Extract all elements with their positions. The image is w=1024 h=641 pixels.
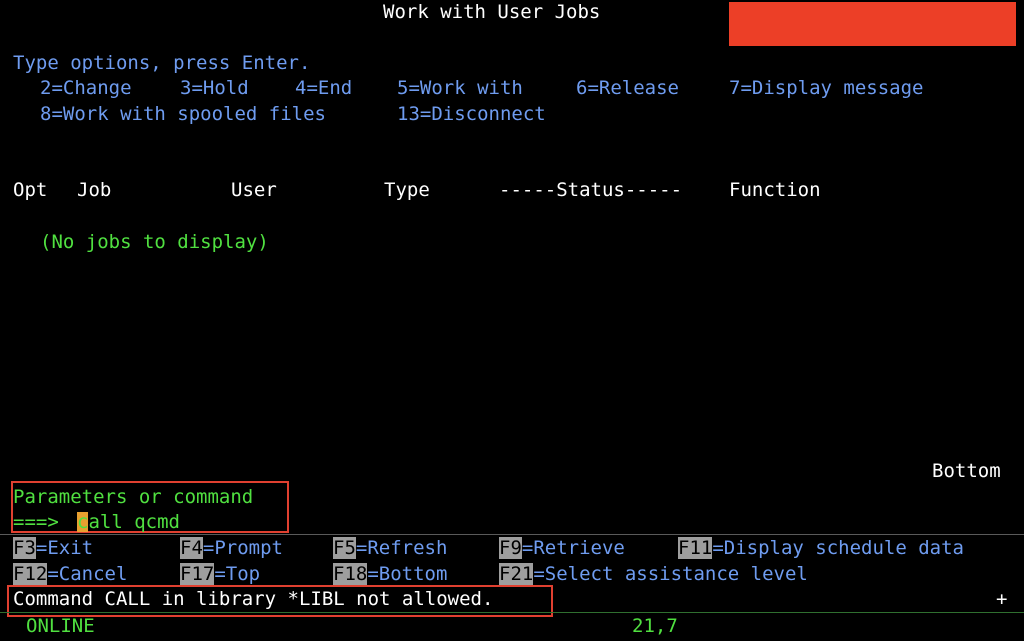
f21-description: =Select assistance level [533, 563, 808, 585]
option-release: 6=Release [576, 77, 679, 99]
f4-key-label: F4 [180, 537, 203, 559]
f12-cancel-key[interactable]: F12=Cancel [13, 562, 127, 586]
f5-refresh-key[interactable]: F5=Refresh [333, 536, 447, 560]
f3-key-label: F3 [13, 537, 36, 559]
error-message: Command CALL in library *LIBL not allowe… [13, 588, 494, 610]
option-work-with: 5=Work with [397, 77, 523, 99]
f5-key-label: F5 [333, 537, 356, 559]
f18-key-label: F18 [333, 563, 368, 585]
command-input[interactable] [77, 510, 277, 534]
f18-bottom-key[interactable]: F18=Bottom [333, 562, 447, 586]
f9-description: =Retrieve [521, 537, 625, 559]
option-hold: 3=Hold [180, 77, 249, 99]
f3-exit-key[interactable]: F3=Exit [13, 536, 93, 560]
f4-prompt-key[interactable]: F4=Prompt [180, 536, 283, 560]
screen-title: Work with User Jobs [383, 1, 601, 23]
option-change: 2=Change [40, 77, 132, 99]
option-spooled-files: 8=Work with spooled files [40, 103, 326, 125]
column-header-type: Type [384, 179, 430, 201]
more-messages-indicator[interactable]: + [996, 587, 1007, 611]
command-prompt-arrow: ===> [13, 511, 59, 533]
f5-description: =Refresh [355, 537, 448, 559]
column-header-function: Function [729, 179, 821, 201]
command-label: Parameters or command [13, 486, 254, 508]
f21-key-label: F21 [499, 563, 534, 585]
cursor-position: 21,7 [632, 615, 678, 637]
option-display-message: 7=Display message [729, 77, 924, 99]
f18-description: =Bottom [367, 563, 448, 585]
status-separator [0, 612, 1024, 613]
option-end: 4=End [295, 77, 353, 99]
column-header-user: User [231, 179, 277, 201]
f3-description: =Exit [35, 537, 94, 559]
instructions-prompt: Type options, press Enter. [13, 52, 311, 74]
column-header-status: -----Status----- [499, 179, 683, 201]
f12-description: =Cancel [47, 563, 128, 585]
empty-list-message: (No jobs to display) [40, 231, 269, 253]
column-header-opt: Opt [13, 179, 48, 201]
f4-description: =Prompt [202, 537, 283, 559]
column-header-job: Job [77, 179, 112, 201]
scroll-indicator: Bottom [932, 460, 1001, 482]
f17-key-label: F17 [180, 563, 215, 585]
f12-key-label: F12 [13, 563, 48, 585]
f17-description: =Top [214, 563, 261, 585]
f21-assistance-level-key[interactable]: F21=Select assistance level [499, 562, 808, 586]
f11-schedule-data-key[interactable]: F11=Display schedule data [678, 536, 964, 560]
separator-line [0, 534, 1024, 535]
f11-description: =Display schedule data [712, 537, 964, 559]
f17-top-key[interactable]: F17=Top [180, 562, 260, 586]
redaction-block [729, 2, 1016, 46]
connection-status: ONLINE [26, 615, 95, 637]
f9-retrieve-key[interactable]: F9=Retrieve [499, 536, 625, 560]
f11-key-label: F11 [678, 537, 713, 559]
option-disconnect: 13=Disconnect [397, 103, 546, 125]
f9-key-label: F9 [499, 537, 522, 559]
